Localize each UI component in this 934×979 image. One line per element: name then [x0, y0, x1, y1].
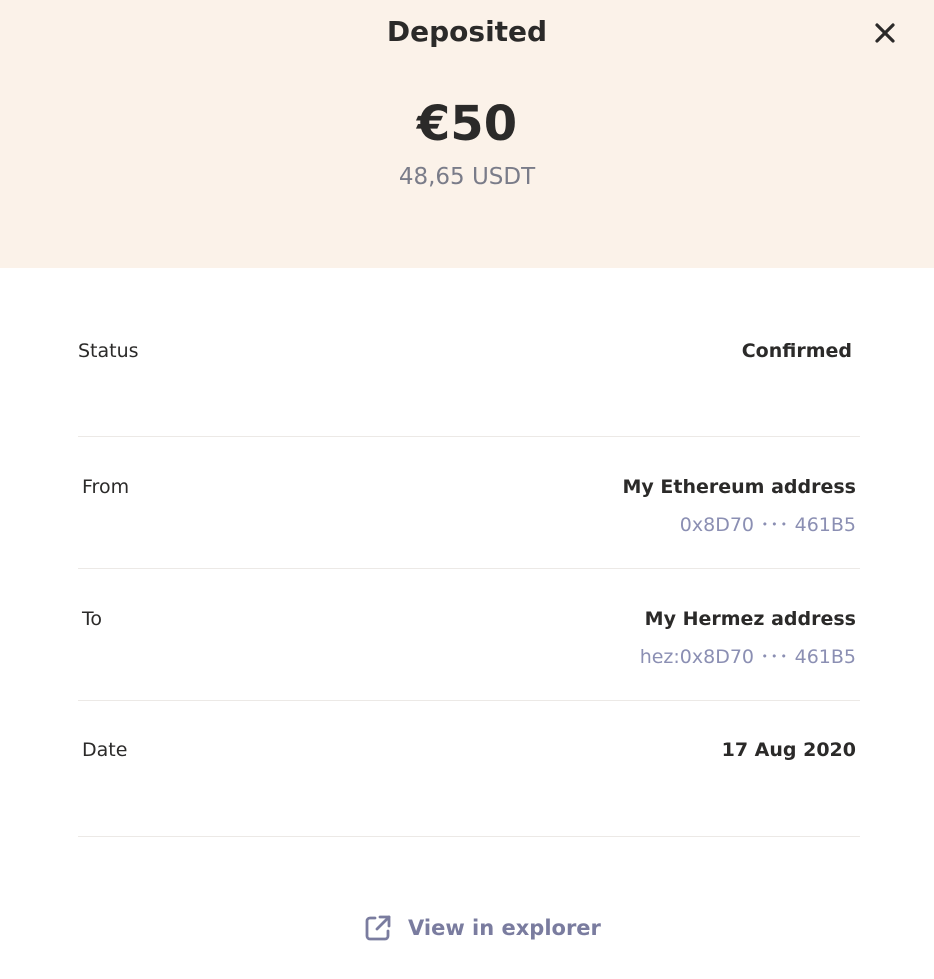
from-account-name: My Ethereum address [622, 476, 856, 498]
date-label: Date [82, 739, 128, 761]
close-button[interactable] [868, 18, 902, 48]
close-icon [875, 23, 895, 43]
view-in-explorer-link[interactable]: View in explorer [362, 908, 601, 948]
explorer-link-label: View in explorer [408, 916, 601, 940]
fiat-amount: €50 [416, 96, 518, 152]
from-address: 0x8D70 ･･･ 461B5 [679, 514, 856, 536]
to-label: To [82, 608, 103, 630]
date-value: 17 Aug 2020 [721, 739, 856, 761]
to-address: hez:0x8D70 ･･･ 461B5 [639, 646, 856, 668]
status-value: Confirmed [741, 340, 852, 362]
to-row: To My Hermez address hez:0x8D70 ･･･ 461B… [78, 569, 860, 701]
token-amount: 48,65 USDT [398, 164, 536, 190]
status-row: Status Confirmed [78, 268, 860, 437]
date-row: Date 17 Aug 2020 [78, 701, 860, 837]
status-label: Status [78, 340, 139, 362]
to-account-name: My Hermez address [644, 608, 856, 630]
from-label: From [82, 476, 130, 498]
from-row: From My Ethereum address 0x8D70 ･･･ 461B… [78, 437, 860, 569]
transaction-header: Deposited €50 48,65 USDT [0, 0, 934, 268]
page-title: Deposited [386, 15, 548, 48]
external-link-icon [362, 912, 394, 944]
transaction-details: Status Confirmed From My Ethereum addres… [78, 268, 860, 837]
